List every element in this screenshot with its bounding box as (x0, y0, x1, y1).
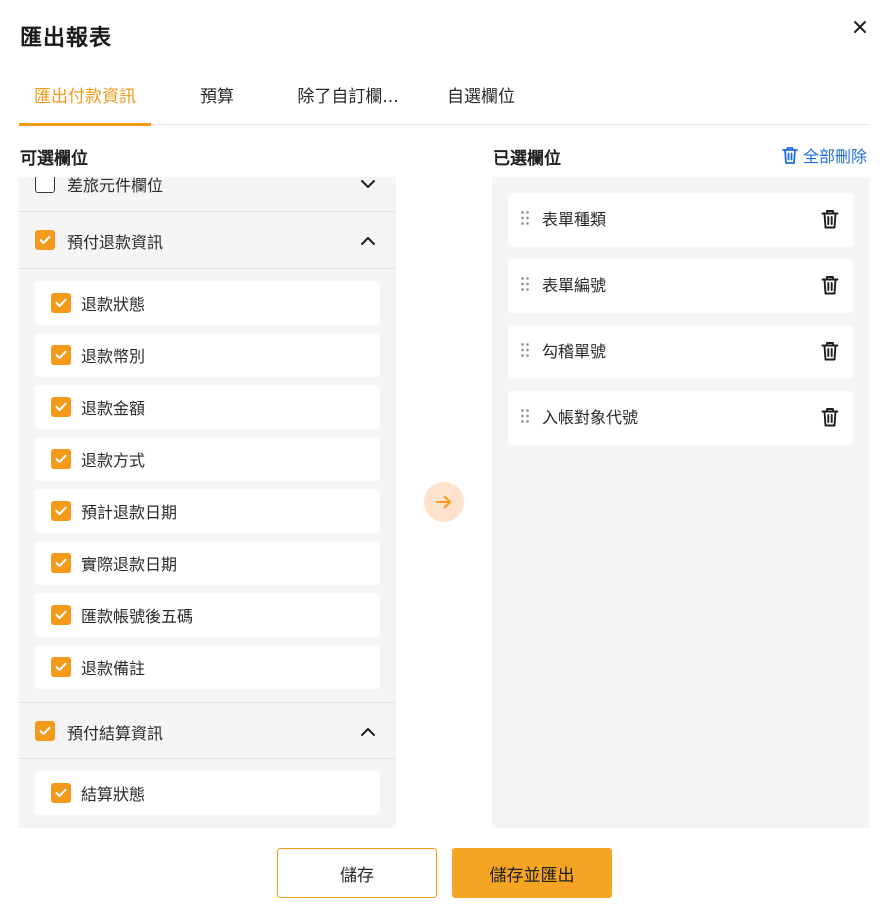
check-icon (55, 788, 67, 797)
field-item[interactable]: 結算狀態 (35, 771, 380, 815)
field-item[interactable]: 實際退款日期 (35, 541, 380, 585)
trash-icon[interactable] (821, 407, 839, 427)
selected-item[interactable]: 入帳對象代號 (508, 391, 853, 445)
drag-handle-icon[interactable] (520, 408, 530, 424)
group-checkbox[interactable] (35, 721, 55, 741)
selected-item-label: 入帳對象代號 (542, 408, 639, 427)
field-label: 匯款帳號後五碼 (81, 607, 194, 626)
trash-icon[interactable] (821, 209, 839, 229)
group-checkbox[interactable] (35, 177, 55, 193)
add-to-selected-button[interactable] (424, 482, 464, 522)
trash-icon (782, 146, 798, 164)
dialog-title: 匯出報表 (20, 26, 113, 51)
group-prepaid-settlement[interactable]: 預付結算資訊 (19, 702, 396, 759)
close-icon (854, 21, 866, 33)
tab-budget[interactable]: 預算 (193, 64, 241, 125)
selected-item-label: 表單種類 (542, 210, 607, 229)
check-icon (39, 235, 51, 244)
group-checkbox[interactable] (35, 230, 55, 250)
check-icon (55, 610, 67, 619)
close-button[interactable] (850, 17, 870, 37)
field-label: 退款方式 (81, 451, 146, 470)
available-fields-list[interactable]: 差旅元件欄位 預付退款資訊 退款狀態 退款幣別 退款金額 退款方式 預計退款日期… (19, 177, 396, 828)
drag-handle-icon[interactable] (520, 210, 530, 226)
group-label: 預付退款資訊 (67, 232, 164, 252)
field-checkbox[interactable] (51, 657, 71, 677)
field-item[interactable]: 退款狀態 (35, 281, 380, 325)
trash-icon[interactable] (821, 341, 839, 361)
field-checkbox[interactable] (51, 293, 71, 313)
tab-bar: 匯出付款資訊 預算 除了自訂欄... 自選欄位 (19, 64, 869, 126)
group-label: 預付結算資訊 (67, 723, 164, 743)
save-and-export-button[interactable]: 儲存並匯出 (452, 848, 612, 898)
selected-item[interactable]: 表單種類 (508, 193, 853, 247)
delete-all-button[interactable]: 全部刪除 (781, 144, 867, 166)
check-icon (55, 350, 67, 359)
check-icon (55, 454, 67, 463)
drag-handle-icon[interactable] (520, 342, 530, 358)
trash-icon[interactable] (821, 275, 839, 295)
field-label: 退款金額 (81, 399, 146, 418)
tab-except-custom[interactable]: 除了自訂欄... (293, 64, 403, 125)
field-item[interactable]: 退款方式 (35, 437, 380, 481)
field-checkbox[interactable] (51, 553, 71, 573)
group-prepaid-refund[interactable]: 預付退款資訊 (19, 212, 396, 269)
available-fields-title: 可選欄位 (20, 149, 88, 169)
field-checkbox[interactable] (51, 345, 71, 365)
check-icon (55, 506, 67, 515)
field-label: 預計退款日期 (81, 503, 178, 522)
field-checkbox[interactable] (51, 783, 71, 803)
chevron-up-icon[interactable] (358, 722, 378, 742)
field-checkbox[interactable] (51, 397, 71, 417)
field-checkbox[interactable] (51, 501, 71, 521)
group-label: 差旅元件欄位 (67, 177, 164, 195)
tab-custom-fields[interactable]: 自選欄位 (443, 64, 519, 125)
group-travel-fields[interactable]: 差旅元件欄位 (19, 177, 396, 212)
field-item[interactable]: 退款金額 (35, 385, 380, 429)
delete-all-label: 全部刪除 (803, 147, 868, 166)
selected-fields-list: 表單種類 表單編號 勾稽單號 入帳對象代號 (492, 177, 869, 828)
check-icon (55, 558, 67, 567)
drag-handle-icon[interactable] (520, 276, 530, 292)
field-item[interactable]: 退款幣別 (35, 333, 380, 377)
field-item[interactable]: 退款備註 (35, 645, 380, 689)
field-item[interactable]: 預計退款日期 (35, 489, 380, 533)
save-button[interactable]: 儲存 (277, 848, 437, 898)
field-label: 退款狀態 (81, 295, 146, 314)
selected-item[interactable]: 表單編號 (508, 259, 853, 313)
check-icon (55, 402, 67, 411)
chevron-down-icon[interactable] (358, 177, 378, 194)
field-checkbox[interactable] (51, 449, 71, 469)
chevron-up-icon[interactable] (358, 231, 378, 251)
selected-item-label: 表單編號 (542, 276, 607, 295)
field-label: 實際退款日期 (81, 555, 178, 574)
selected-item-label: 勾稽單號 (542, 342, 607, 361)
tab-payment-info[interactable]: 匯出付款資訊 (19, 64, 151, 126)
arrow-right-icon (436, 495, 451, 509)
check-icon (55, 298, 67, 307)
field-label: 退款幣別 (81, 347, 146, 366)
selected-item[interactable]: 勾稽單號 (508, 325, 853, 379)
field-label: 退款備註 (81, 659, 146, 678)
field-item[interactable]: 匯款帳號後五碼 (35, 593, 380, 637)
field-label: 結算狀態 (81, 785, 146, 804)
check-icon (39, 726, 51, 735)
selected-fields-title: 已選欄位 (493, 149, 561, 169)
check-icon (55, 662, 67, 671)
field-checkbox[interactable] (51, 605, 71, 625)
